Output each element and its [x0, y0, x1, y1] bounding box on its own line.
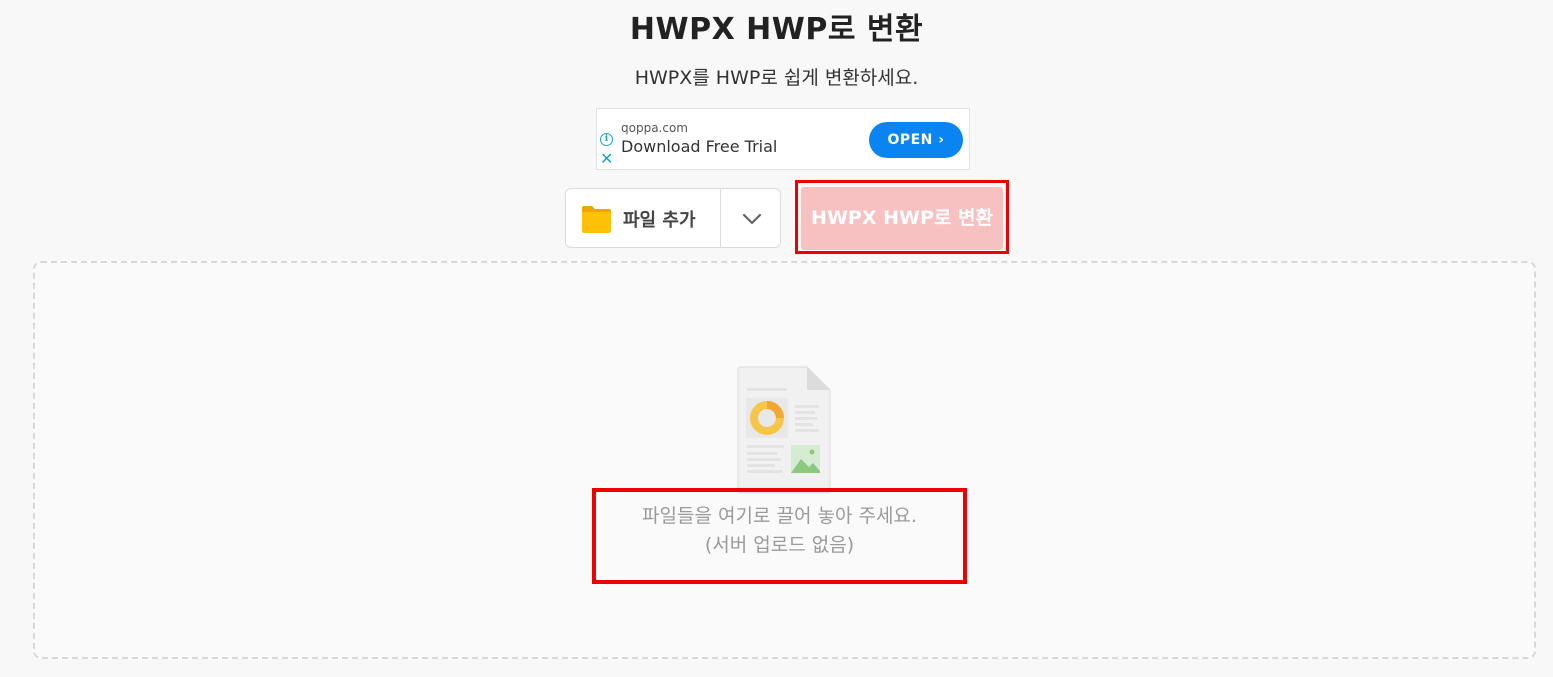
chevron-down-icon[interactable]: [742, 213, 762, 225]
close-icon[interactable]: ✕: [600, 151, 613, 167]
ad-banner[interactable]: i ✕ qoppa.com Download Free Trial OPEN ›: [596, 108, 970, 170]
document-icon: [737, 366, 831, 494]
ad-open-button[interactable]: OPEN ›: [869, 122, 963, 158]
page-title: HWPX HWP로 변환: [629, 12, 924, 47]
convert-button[interactable]: HWPX HWP로 변환: [801, 187, 1003, 250]
ad-domain: qoppa.com: [621, 121, 688, 135]
add-file-group: 파일 추가: [565, 188, 781, 248]
ad-headline: Download Free Trial: [621, 137, 778, 156]
drop-note: (서버 업로드 없음): [704, 534, 855, 556]
add-file-button[interactable]: 파일 추가: [566, 189, 721, 247]
page-subtitle: HWPX를 HWP로 쉽게 변환하세요.: [634, 67, 919, 89]
drop-instruction: 파일들을 여기로 끌어 놓아 주세요.: [642, 505, 917, 527]
folder-icon: [582, 206, 611, 233]
info-icon[interactable]: i: [600, 133, 613, 146]
page: HWPX HWP로 변환 HWPX를 HWP로 쉽게 변환하세요. i ✕ qo…: [0, 0, 1553, 677]
add-file-label: 파일 추가: [623, 210, 696, 231]
